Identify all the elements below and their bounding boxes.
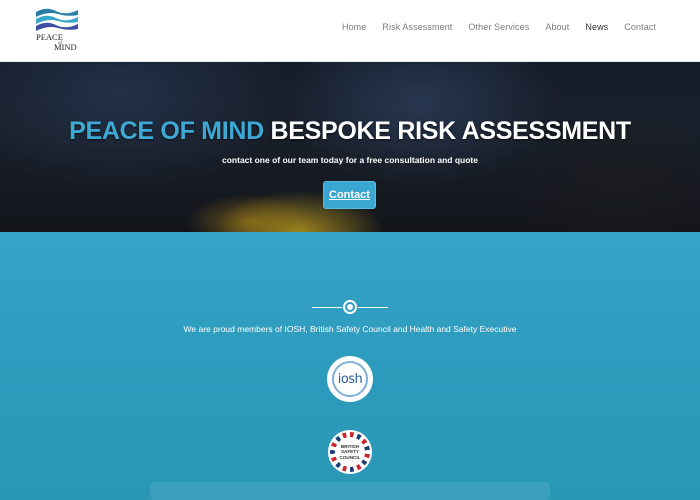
bsc-logo-text: BRITISH SAFETY COUNCIL (340, 444, 361, 461)
nav-news[interactable]: News (585, 22, 608, 32)
waves-icon (36, 8, 78, 31)
divider-line-left (312, 306, 342, 308)
nav-contact[interactable]: Contact (624, 22, 656, 32)
members-text: We are proud members of IOSH, British Sa… (183, 324, 517, 334)
bottom-panel-hint (150, 482, 550, 500)
divider-line-right (358, 306, 388, 308)
site-header: PEACE of MIND Home Risk Assessment Other… (0, 0, 700, 62)
bsc-line2: SAFETY (340, 449, 360, 455)
bsc-logo-center: BRITISH SAFETY COUNCIL (335, 437, 365, 467)
iosh-logo-text: iosh (337, 371, 363, 387)
logo-of: of (58, 41, 62, 46)
nav-risk-assessment[interactable]: Risk Assessment (382, 22, 452, 32)
nav-home[interactable]: Home (342, 22, 366, 32)
nav-other-services[interactable]: Other Services (468, 22, 529, 32)
logo-text: PEACE of MIND (36, 32, 80, 52)
hero-banner: PEACE OF MIND BESPOKE RISK ASSESSMENT co… (0, 62, 700, 232)
main-nav: Home Risk Assessment Other Services Abou… (342, 22, 656, 32)
nav-about[interactable]: About (545, 22, 569, 32)
contact-button[interactable]: Contact (323, 181, 376, 209)
hero-title-rest: BESPOKE RISK ASSESSMENT (270, 117, 632, 145)
iosh-logo-ring: iosh (332, 361, 368, 397)
divider-circle-icon (343, 300, 357, 314)
hero-subtitle: contact one of our team today for a free… (222, 155, 478, 165)
logo[interactable]: PEACE of MIND (34, 6, 80, 56)
bsc-line3: COUNCIL (339, 454, 361, 460)
british-safety-council-logo: BRITISH SAFETY COUNCIL (328, 430, 372, 474)
section-divider (312, 300, 388, 314)
bsc-line1: BRITISH (340, 443, 360, 449)
hero-title: PEACE OF MIND BESPOKE RISK ASSESSMENT (0, 117, 700, 146)
iosh-logo: iosh (327, 356, 373, 402)
members-section: We are proud members of IOSH, British Sa… (0, 232, 700, 500)
hero-title-accent: PEACE OF MIND (69, 117, 264, 145)
